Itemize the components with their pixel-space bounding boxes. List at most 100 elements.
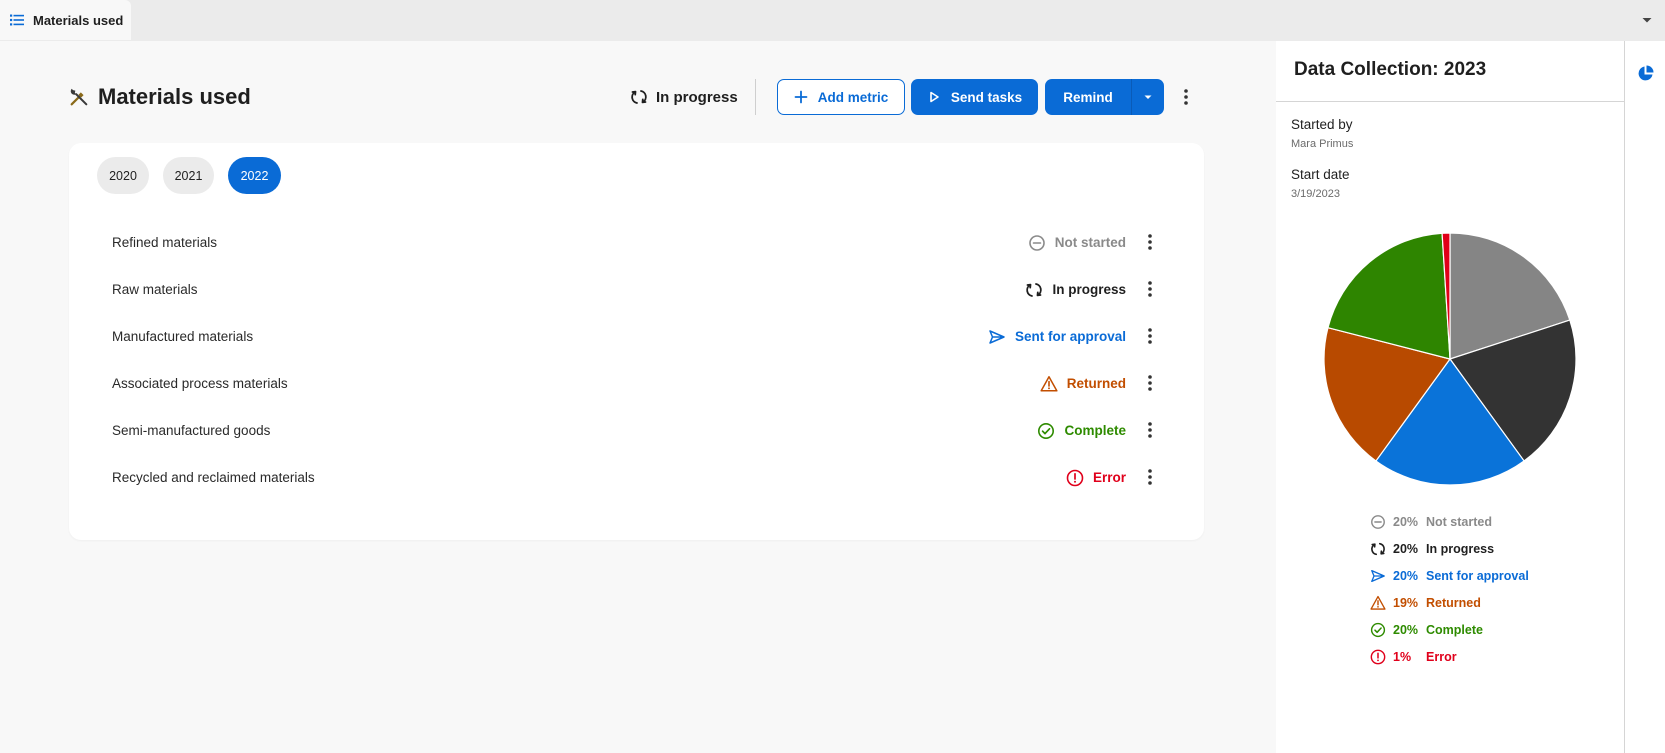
status-badge: Returned xyxy=(1040,360,1126,407)
chart-legend: 20% Not started 20% In progress 20% Sent… xyxy=(1370,508,1529,670)
tab-label: Materials used xyxy=(33,12,124,28)
status-badge: Sent for approval xyxy=(988,313,1126,360)
status-label: Error xyxy=(1092,470,1126,485)
status-badge: Complete xyxy=(1037,407,1126,454)
legend-label: Sent for approval xyxy=(1426,568,1529,583)
header-status: In progress xyxy=(630,77,738,117)
legend-label: Not started xyxy=(1426,514,1492,529)
send-tasks-button[interactable]: Send tasks xyxy=(911,79,1038,115)
started-by-label: Started by xyxy=(1291,117,1353,132)
warning-icon xyxy=(1040,375,1058,392)
legend-item: 20% In progress xyxy=(1370,535,1529,562)
status-label: Complete xyxy=(1064,423,1126,438)
panel-divider xyxy=(1276,101,1624,102)
more-options-icon[interactable] xyxy=(1140,279,1160,299)
caret-down-icon xyxy=(1144,95,1152,99)
status-label: Returned xyxy=(1066,376,1126,391)
legend-label: In progress xyxy=(1426,541,1495,556)
panel-title: Data Collection: 2023 xyxy=(1294,59,1487,80)
legend-item: 20% Complete xyxy=(1370,616,1529,643)
status-badge: In progress xyxy=(1025,266,1126,313)
add-metric-button[interactable]: Add metric xyxy=(777,79,905,115)
check-circle-icon xyxy=(1370,622,1386,637)
pie-chart-icon[interactable] xyxy=(1637,65,1654,82)
metric-name: Refined materials xyxy=(112,235,218,250)
page-title-text: Materials used xyxy=(98,84,251,109)
more-options-icon[interactable] xyxy=(1140,326,1160,346)
metric-name: Semi-manufactured goods xyxy=(112,423,271,438)
metric-name: Recycled and reclaimed materials xyxy=(112,470,315,485)
play-icon xyxy=(930,91,939,103)
more-options-icon[interactable] xyxy=(1140,232,1160,252)
tab-materials-used[interactable]: Materials used xyxy=(0,0,131,40)
legend-percent: 20% xyxy=(1393,514,1419,529)
list-item[interactable]: Recycled and reclaimed materials Error xyxy=(69,454,1204,501)
more-options-icon[interactable] xyxy=(1176,87,1196,107)
page-title: Materials used xyxy=(68,77,251,117)
start-date-value: 3/19/2023 xyxy=(1291,188,1340,200)
status-pie-chart xyxy=(1323,232,1577,486)
check-circle-icon xyxy=(1038,422,1055,439)
legend-percent: 1% xyxy=(1393,649,1412,664)
legend-percent: 20% xyxy=(1393,622,1419,637)
legend-percent: 20% xyxy=(1393,568,1419,583)
status-label: Sent for approval xyxy=(1014,329,1126,344)
year-pill-2022[interactable]: 2022 xyxy=(228,157,281,194)
remind-dropdown-button[interactable] xyxy=(1131,79,1164,115)
in-progress-icon xyxy=(1026,282,1043,297)
send-icon xyxy=(1371,569,1385,582)
metric-name: Associated process materials xyxy=(112,376,288,391)
legend-label: Error xyxy=(1426,649,1457,664)
metric-name: Manufactured materials xyxy=(112,329,254,344)
year-pill-2020[interactable]: 2020 xyxy=(97,157,149,194)
in-progress-icon xyxy=(1371,542,1385,555)
legend-label: Complete xyxy=(1426,622,1483,637)
legend-label: Returned xyxy=(1426,595,1481,610)
error-icon xyxy=(1066,469,1084,486)
year-pill-2021[interactable]: 2021 xyxy=(163,157,214,194)
chevron-down-icon[interactable] xyxy=(1639,12,1655,28)
more-options-icon[interactable] xyxy=(1140,420,1160,440)
metrics-list: Refined materials Not started Raw materi… xyxy=(69,219,1204,501)
main-content: Materials used In progress Add metric Se… xyxy=(0,41,1275,753)
add-metric-label: Add metric xyxy=(817,89,889,105)
tab-strip: Materials used xyxy=(0,0,1665,41)
started-by-value: Mara Primus xyxy=(1291,138,1354,150)
status-label: In progress xyxy=(1052,282,1126,297)
status-label: Not started xyxy=(1054,235,1126,250)
legend-percent: 19% xyxy=(1393,595,1419,610)
legend-percent: 20% xyxy=(1393,541,1419,556)
status-badge: Not started xyxy=(1028,219,1126,266)
error-icon xyxy=(1370,649,1386,664)
header-divider xyxy=(755,79,756,115)
metrics-card: 2020 2021 2022 Refined materials Not sta… xyxy=(69,143,1204,540)
remind-label: Remind xyxy=(1063,89,1113,105)
list-icon xyxy=(10,14,24,26)
more-options-icon[interactable] xyxy=(1140,467,1160,487)
legend-item: 20% Sent for approval xyxy=(1370,562,1529,589)
legend-item: 19% Returned xyxy=(1370,589,1529,616)
legend-item: 20% Not started xyxy=(1370,508,1529,535)
in-progress-icon xyxy=(631,90,647,104)
warning-icon xyxy=(1370,595,1386,610)
page-header: Materials used In progress Add metric Se… xyxy=(68,77,1208,117)
not-started-icon xyxy=(1028,234,1045,251)
legend-item: 1% Error xyxy=(1370,643,1529,670)
year-filter: 2020 2021 2022 xyxy=(97,157,281,194)
right-rail xyxy=(1624,41,1665,753)
plus-icon xyxy=(794,90,808,104)
tools-icon xyxy=(70,88,88,106)
list-item[interactable]: Semi-manufactured goods Complete xyxy=(69,407,1204,454)
list-item[interactable]: Associated process materials Returned xyxy=(69,360,1204,407)
list-item[interactable]: Raw materials In progress xyxy=(69,266,1204,313)
remind-button[interactable]: Remind xyxy=(1045,79,1131,115)
not-started-icon xyxy=(1371,514,1385,529)
list-item[interactable]: Refined materials Not started xyxy=(69,219,1204,266)
send-icon xyxy=(989,329,1005,344)
start-date-label: Start date xyxy=(1291,167,1350,182)
status-badge: Error xyxy=(1066,454,1126,501)
data-collection-panel: Data Collection: 2023 Started by Mara Pr… xyxy=(1276,41,1624,753)
list-item[interactable]: Manufactured materials Sent for approval xyxy=(69,313,1204,360)
metric-name: Raw materials xyxy=(112,282,198,297)
more-options-icon[interactable] xyxy=(1140,373,1160,393)
